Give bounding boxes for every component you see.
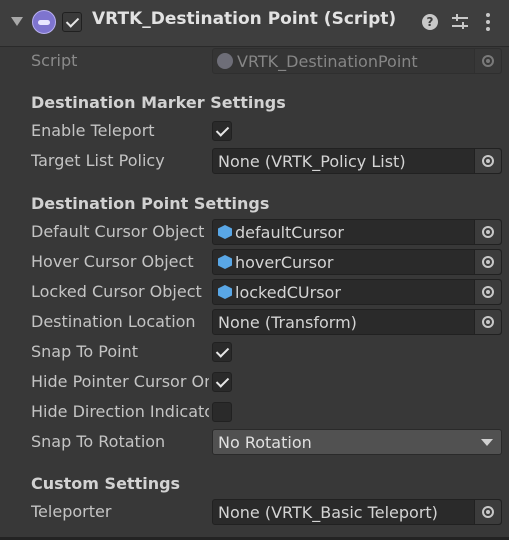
snap-to-point-label: Snap To Point xyxy=(31,342,138,361)
hide-direction-indicator-label: Hide Direction Indicator On Hover xyxy=(31,402,209,421)
script-label: Script xyxy=(31,51,78,70)
object-picker-icon[interactable] xyxy=(474,220,501,244)
hide-direction-indicator-checkbox[interactable] xyxy=(212,402,232,422)
chevron-down-icon xyxy=(481,439,493,446)
section-custom-settings: Custom Settings xyxy=(31,474,181,493)
default-cursor-label: Default Cursor Object xyxy=(31,222,205,241)
gameobject-cube-icon xyxy=(218,225,232,239)
hover-cursor-row: Hover Cursor Object hoverCursor xyxy=(0,247,509,277)
gameobject-cube-icon xyxy=(218,285,232,299)
object-picker-icon[interactable] xyxy=(474,280,501,304)
hide-pointer-cursor-label: Hide Pointer Cursor On Hover xyxy=(31,372,209,391)
hide-pointer-cursor-row: Hide Pointer Cursor On Hover xyxy=(0,367,509,397)
component-enabled-checkbox[interactable] xyxy=(62,12,82,32)
snap-to-point-row: Snap To Point xyxy=(0,337,509,367)
locked-cursor-field[interactable]: lockedCUrsor xyxy=(212,279,502,305)
destination-location-row: Destination Location None (Transform) xyxy=(0,307,509,337)
default-cursor-value: defaultCursor xyxy=(235,223,344,242)
object-picker-icon[interactable] xyxy=(474,310,501,334)
component-header: VRTK_Destination Point (Script) ? xyxy=(0,0,509,47)
help-icon[interactable]: ? xyxy=(422,14,438,30)
target-list-policy-value: None (VRTK_Policy List) xyxy=(218,152,406,171)
teleporter-value: None (VRTK_Basic Teleport) xyxy=(218,503,438,522)
foldout-arrow-icon[interactable] xyxy=(11,17,23,26)
section-marker-settings: Destination Marker Settings xyxy=(31,93,286,112)
hide-direction-indicator-row: Hide Direction Indicator On Hover xyxy=(0,397,509,427)
object-picker-icon[interactable] xyxy=(474,250,501,274)
snap-to-point-checkbox[interactable] xyxy=(212,342,232,362)
kebab-menu-icon[interactable] xyxy=(486,13,490,31)
destination-location-value: None (Transform) xyxy=(218,313,357,332)
section-point-settings: Destination Point Settings xyxy=(31,194,270,213)
snap-to-rotation-row: Snap To Rotation No Rotation xyxy=(0,427,509,457)
hover-cursor-field[interactable]: hoverCursor xyxy=(212,249,502,275)
presets-icon[interactable] xyxy=(452,13,468,31)
script-row: Script VRTK_DestinationPoint xyxy=(0,46,509,76)
teleporter-label: Teleporter xyxy=(31,502,112,521)
hover-cursor-label: Hover Cursor Object xyxy=(31,252,194,271)
object-picker-icon[interactable] xyxy=(474,149,501,173)
script-file-icon xyxy=(217,53,233,69)
destination-location-field[interactable]: None (Transform) xyxy=(212,309,502,335)
script-component-icon xyxy=(32,10,56,34)
component-title: VRTK_Destination Point (Script) xyxy=(92,9,397,29)
snap-to-rotation-dropdown[interactable]: No Rotation xyxy=(212,429,502,455)
locked-cursor-row: Locked Cursor Object lockedCUrsor xyxy=(0,277,509,307)
default-cursor-field[interactable]: defaultCursor xyxy=(212,219,502,245)
script-value: VRTK_DestinationPoint xyxy=(237,52,418,71)
gameobject-cube-icon xyxy=(218,255,232,269)
teleporter-row: Teleporter None (VRTK_Basic Teleport) xyxy=(0,497,509,527)
hover-cursor-value: hoverCursor xyxy=(235,253,334,272)
enable-teleport-label: Enable Teleport xyxy=(31,121,155,140)
locked-cursor-label: Locked Cursor Object xyxy=(31,282,202,301)
destination-location-label: Destination Location xyxy=(31,312,196,331)
script-field: VRTK_DestinationPoint xyxy=(212,48,502,74)
target-list-policy-field[interactable]: None (VRTK_Policy List) xyxy=(212,148,502,174)
teleporter-field[interactable]: None (VRTK_Basic Teleport) xyxy=(212,499,502,525)
hide-pointer-cursor-checkbox[interactable] xyxy=(212,372,232,392)
snap-to-rotation-label: Snap To Rotation xyxy=(31,432,166,451)
enable-teleport-row: Enable Teleport xyxy=(0,116,509,146)
target-list-policy-label: Target List Policy xyxy=(31,151,165,170)
target-list-policy-row: Target List Policy None (VRTK_Policy Lis… xyxy=(0,146,509,176)
locked-cursor-value: lockedCUrsor xyxy=(235,283,341,302)
default-cursor-row: Default Cursor Object defaultCursor xyxy=(0,217,509,247)
snap-to-rotation-value: No Rotation xyxy=(218,433,312,452)
enable-teleport-checkbox[interactable] xyxy=(212,121,232,141)
object-picker-icon[interactable] xyxy=(474,500,501,524)
object-picker-icon xyxy=(474,49,501,73)
